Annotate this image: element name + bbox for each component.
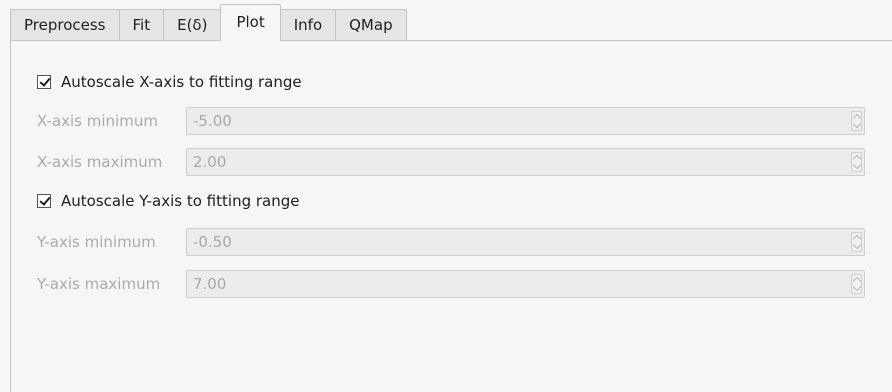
autoscale-y-checkbox-row[interactable]: Autoscale Y-axis to fitting range <box>37 191 299 211</box>
y-axis-minimum-spinbox: -0.50 <box>186 228 865 256</box>
x-axis-minimum-spinbox: -5.00 <box>186 107 865 135</box>
plot-settings-panel <box>10 40 892 392</box>
y-axis-maximum-value: 7.00 <box>193 275 227 293</box>
tab-plot[interactable]: Plot <box>220 4 281 41</box>
x-axis-maximum-label: X-axis maximum <box>37 153 163 171</box>
spin-buttons <box>851 152 862 172</box>
autoscale-x-checkbox-row[interactable]: Autoscale X-axis to fitting range <box>37 72 302 92</box>
x-axis-minimum-label: X-axis minimum <box>37 112 158 130</box>
y-axis-minimum-label: Y-axis minimum <box>37 233 156 251</box>
autoscale-y-label[interactable]: Autoscale Y-axis to fitting range <box>61 192 299 210</box>
tab-fit[interactable]: Fit <box>118 9 165 41</box>
tab-info[interactable]: Info <box>279 9 337 41</box>
tab-qmap[interactable]: QMap <box>335 9 407 41</box>
x-axis-maximum-value: 2.00 <box>193 153 227 171</box>
y-axis-maximum-label: Y-axis maximum <box>37 275 161 293</box>
tab-preprocess[interactable]: Preprocess <box>10 9 120 41</box>
chevron-down-icon <box>852 282 862 292</box>
tab-e-delta[interactable]: E(δ) <box>163 9 222 41</box>
autoscale-x-label[interactable]: Autoscale X-axis to fitting range <box>61 73 302 91</box>
spin-buttons <box>851 111 862 131</box>
y-axis-maximum-spinbox: 7.00 <box>186 270 865 298</box>
autoscale-x-checkbox[interactable] <box>37 75 51 89</box>
spin-buttons <box>851 232 862 252</box>
chevron-down-icon <box>852 160 862 170</box>
spin-buttons <box>851 274 862 294</box>
x-axis-minimum-value: -5.00 <box>193 112 232 130</box>
x-axis-maximum-spinbox: 2.00 <box>186 148 865 176</box>
chevron-down-icon <box>852 240 862 250</box>
y-axis-minimum-value: -0.50 <box>193 233 232 251</box>
autoscale-y-checkbox[interactable] <box>37 194 51 208</box>
chevron-down-icon <box>852 119 862 129</box>
tab-bar: Preprocess Fit E(δ) Plot Info QMap <box>10 4 407 41</box>
